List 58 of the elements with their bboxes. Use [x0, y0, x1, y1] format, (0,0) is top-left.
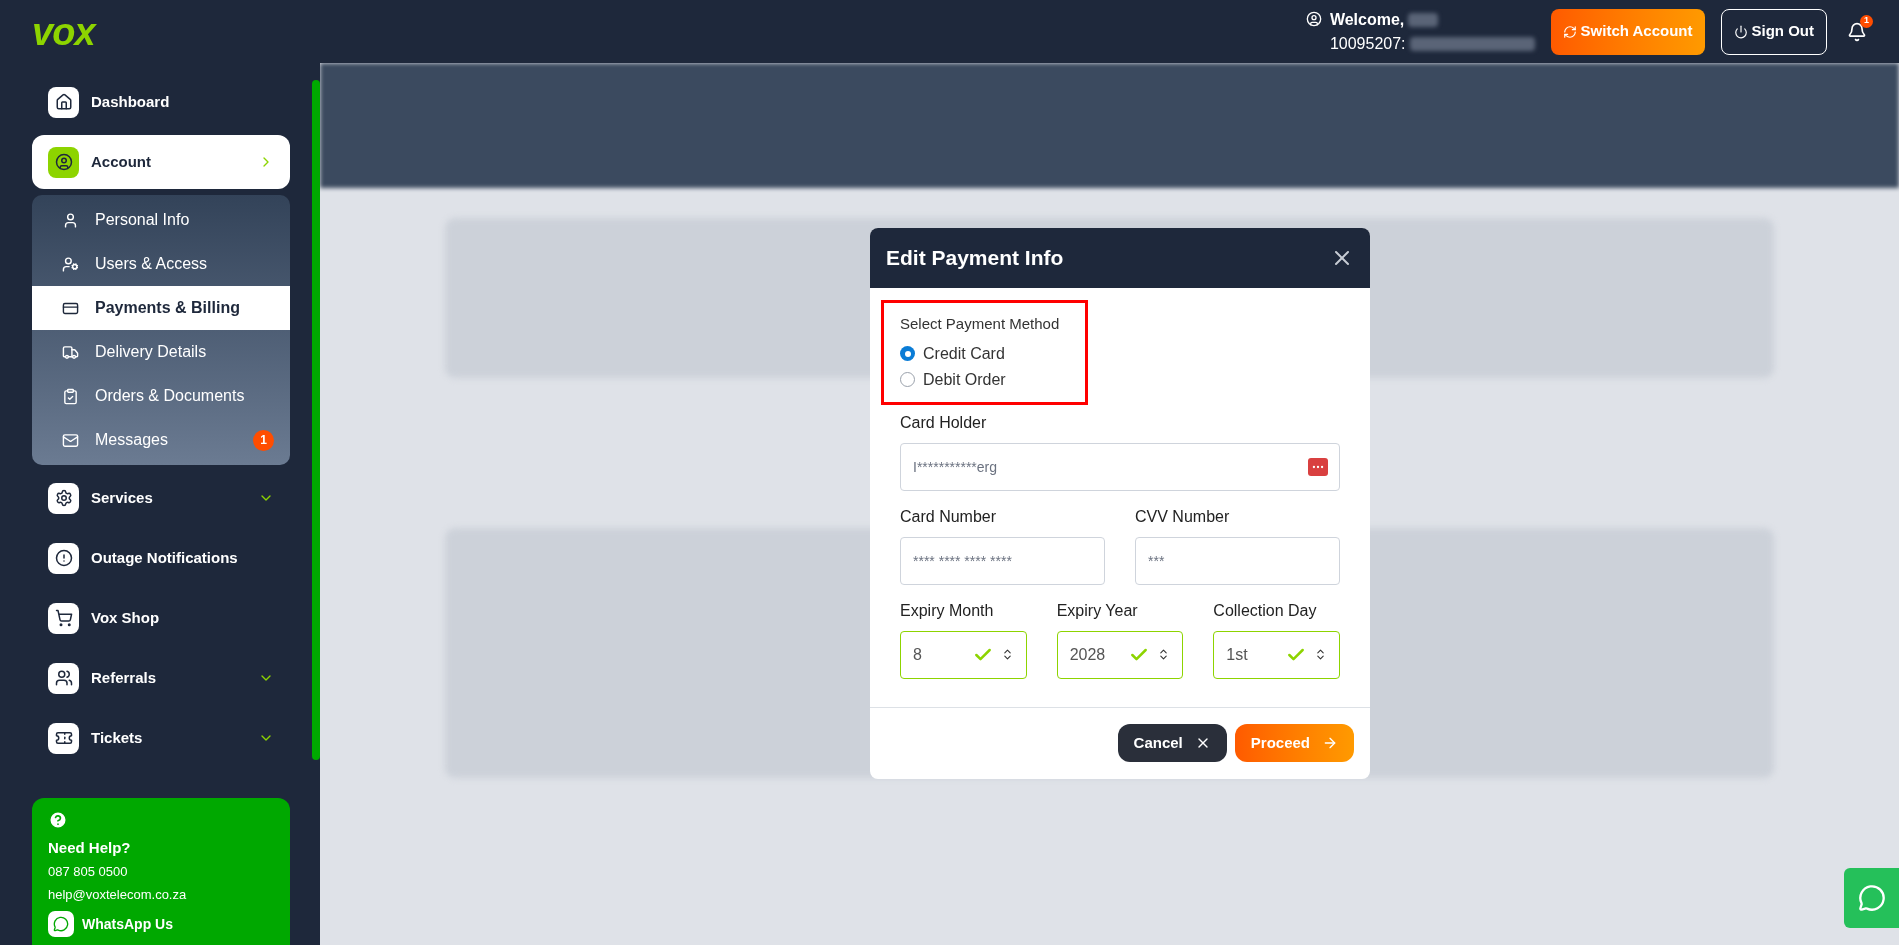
submenu-item[interactable]: Messages 1	[32, 418, 290, 462]
unread-badge: 1	[253, 429, 274, 451]
sidebar-item[interactable]: Services	[32, 471, 290, 525]
clipboard-icon	[62, 387, 79, 405]
sidebar-item[interactable]: Account	[32, 135, 290, 189]
ticket-icon	[48, 722, 79, 754]
refresh-icon	[1562, 24, 1577, 39]
cancel-button[interactable]: Cancel	[1117, 724, 1227, 762]
payment-method-label: Select Payment Method	[900, 314, 1061, 334]
updown-icon	[1314, 648, 1327, 661]
sign-out-button[interactable]: Sign Out	[1720, 8, 1827, 55]
field-label: Card Number	[900, 506, 998, 527]
home-icon	[48, 86, 79, 118]
notification-badge: 1	[1860, 14, 1873, 28]
sidebar-item[interactable]: Dashboard	[32, 75, 290, 129]
logo[interactable]: vox	[32, 12, 95, 51]
input-field[interactable]: ***	[1135, 536, 1340, 585]
input-field[interactable]: **** **** **** ****	[900, 536, 1105, 585]
alert-icon	[48, 542, 79, 574]
radio-option[interactable]: Credit Card	[900, 341, 1071, 366]
modal-title: Edit Payment Info	[886, 245, 1064, 272]
mail-icon	[62, 431, 79, 449]
help-phone: 087 805 0500	[48, 863, 129, 881]
field-label: Expiry Year	[1056, 600, 1139, 621]
submenu-item[interactable]: Delivery Details	[32, 330, 290, 374]
submenu-item[interactable]: Orders & Documents	[32, 374, 290, 418]
account-number: 10095207:	[1329, 33, 1406, 54]
settings-icon	[48, 482, 79, 514]
truck-icon	[62, 343, 79, 361]
select-field[interactable]: 8	[900, 630, 1027, 679]
submenu-item[interactable]: Payments & Billing	[32, 286, 290, 330]
cart-icon	[48, 602, 79, 634]
notification-bell-icon[interactable]	[1847, 21, 1867, 42]
radio-option[interactable]: Debit Order	[900, 367, 1071, 392]
help-title: Need Help?	[48, 837, 132, 858]
submenu-item[interactable]: Personal Info	[32, 198, 290, 242]
welcome-text: Welcome,	[1329, 9, 1405, 30]
sidebar-item[interactable]: Tickets	[32, 711, 290, 765]
input-field[interactable]: I***********erg	[900, 442, 1340, 491]
help-icon	[48, 809, 68, 830]
chat-bubble-icon	[1857, 884, 1886, 912]
field-label: Card Holder	[900, 412, 988, 433]
whatsapp-float-button[interactable]	[1844, 868, 1899, 928]
arrow-right-icon	[1322, 735, 1338, 751]
select-field[interactable]: 1st	[1213, 630, 1340, 679]
sidebar-item[interactable]: Referrals	[32, 651, 290, 705]
power-icon	[1733, 24, 1748, 39]
field-label: Collection Day	[1213, 600, 1318, 621]
select-field[interactable]: 2028	[1056, 630, 1184, 679]
blurred-name	[1408, 12, 1439, 27]
sidebar-item[interactable]: Vox Shop	[32, 591, 290, 645]
scrollbar[interactable]	[312, 80, 320, 760]
user-icon	[62, 211, 79, 229]
sidebar-item[interactable]: Outage Notifications	[32, 531, 290, 585]
user-icon	[1305, 10, 1322, 27]
field-label: Expiry Month	[900, 600, 995, 621]
field-label: CVV Number	[1135, 506, 1231, 527]
submenu-item[interactable]: Users & Access	[32, 242, 290, 286]
